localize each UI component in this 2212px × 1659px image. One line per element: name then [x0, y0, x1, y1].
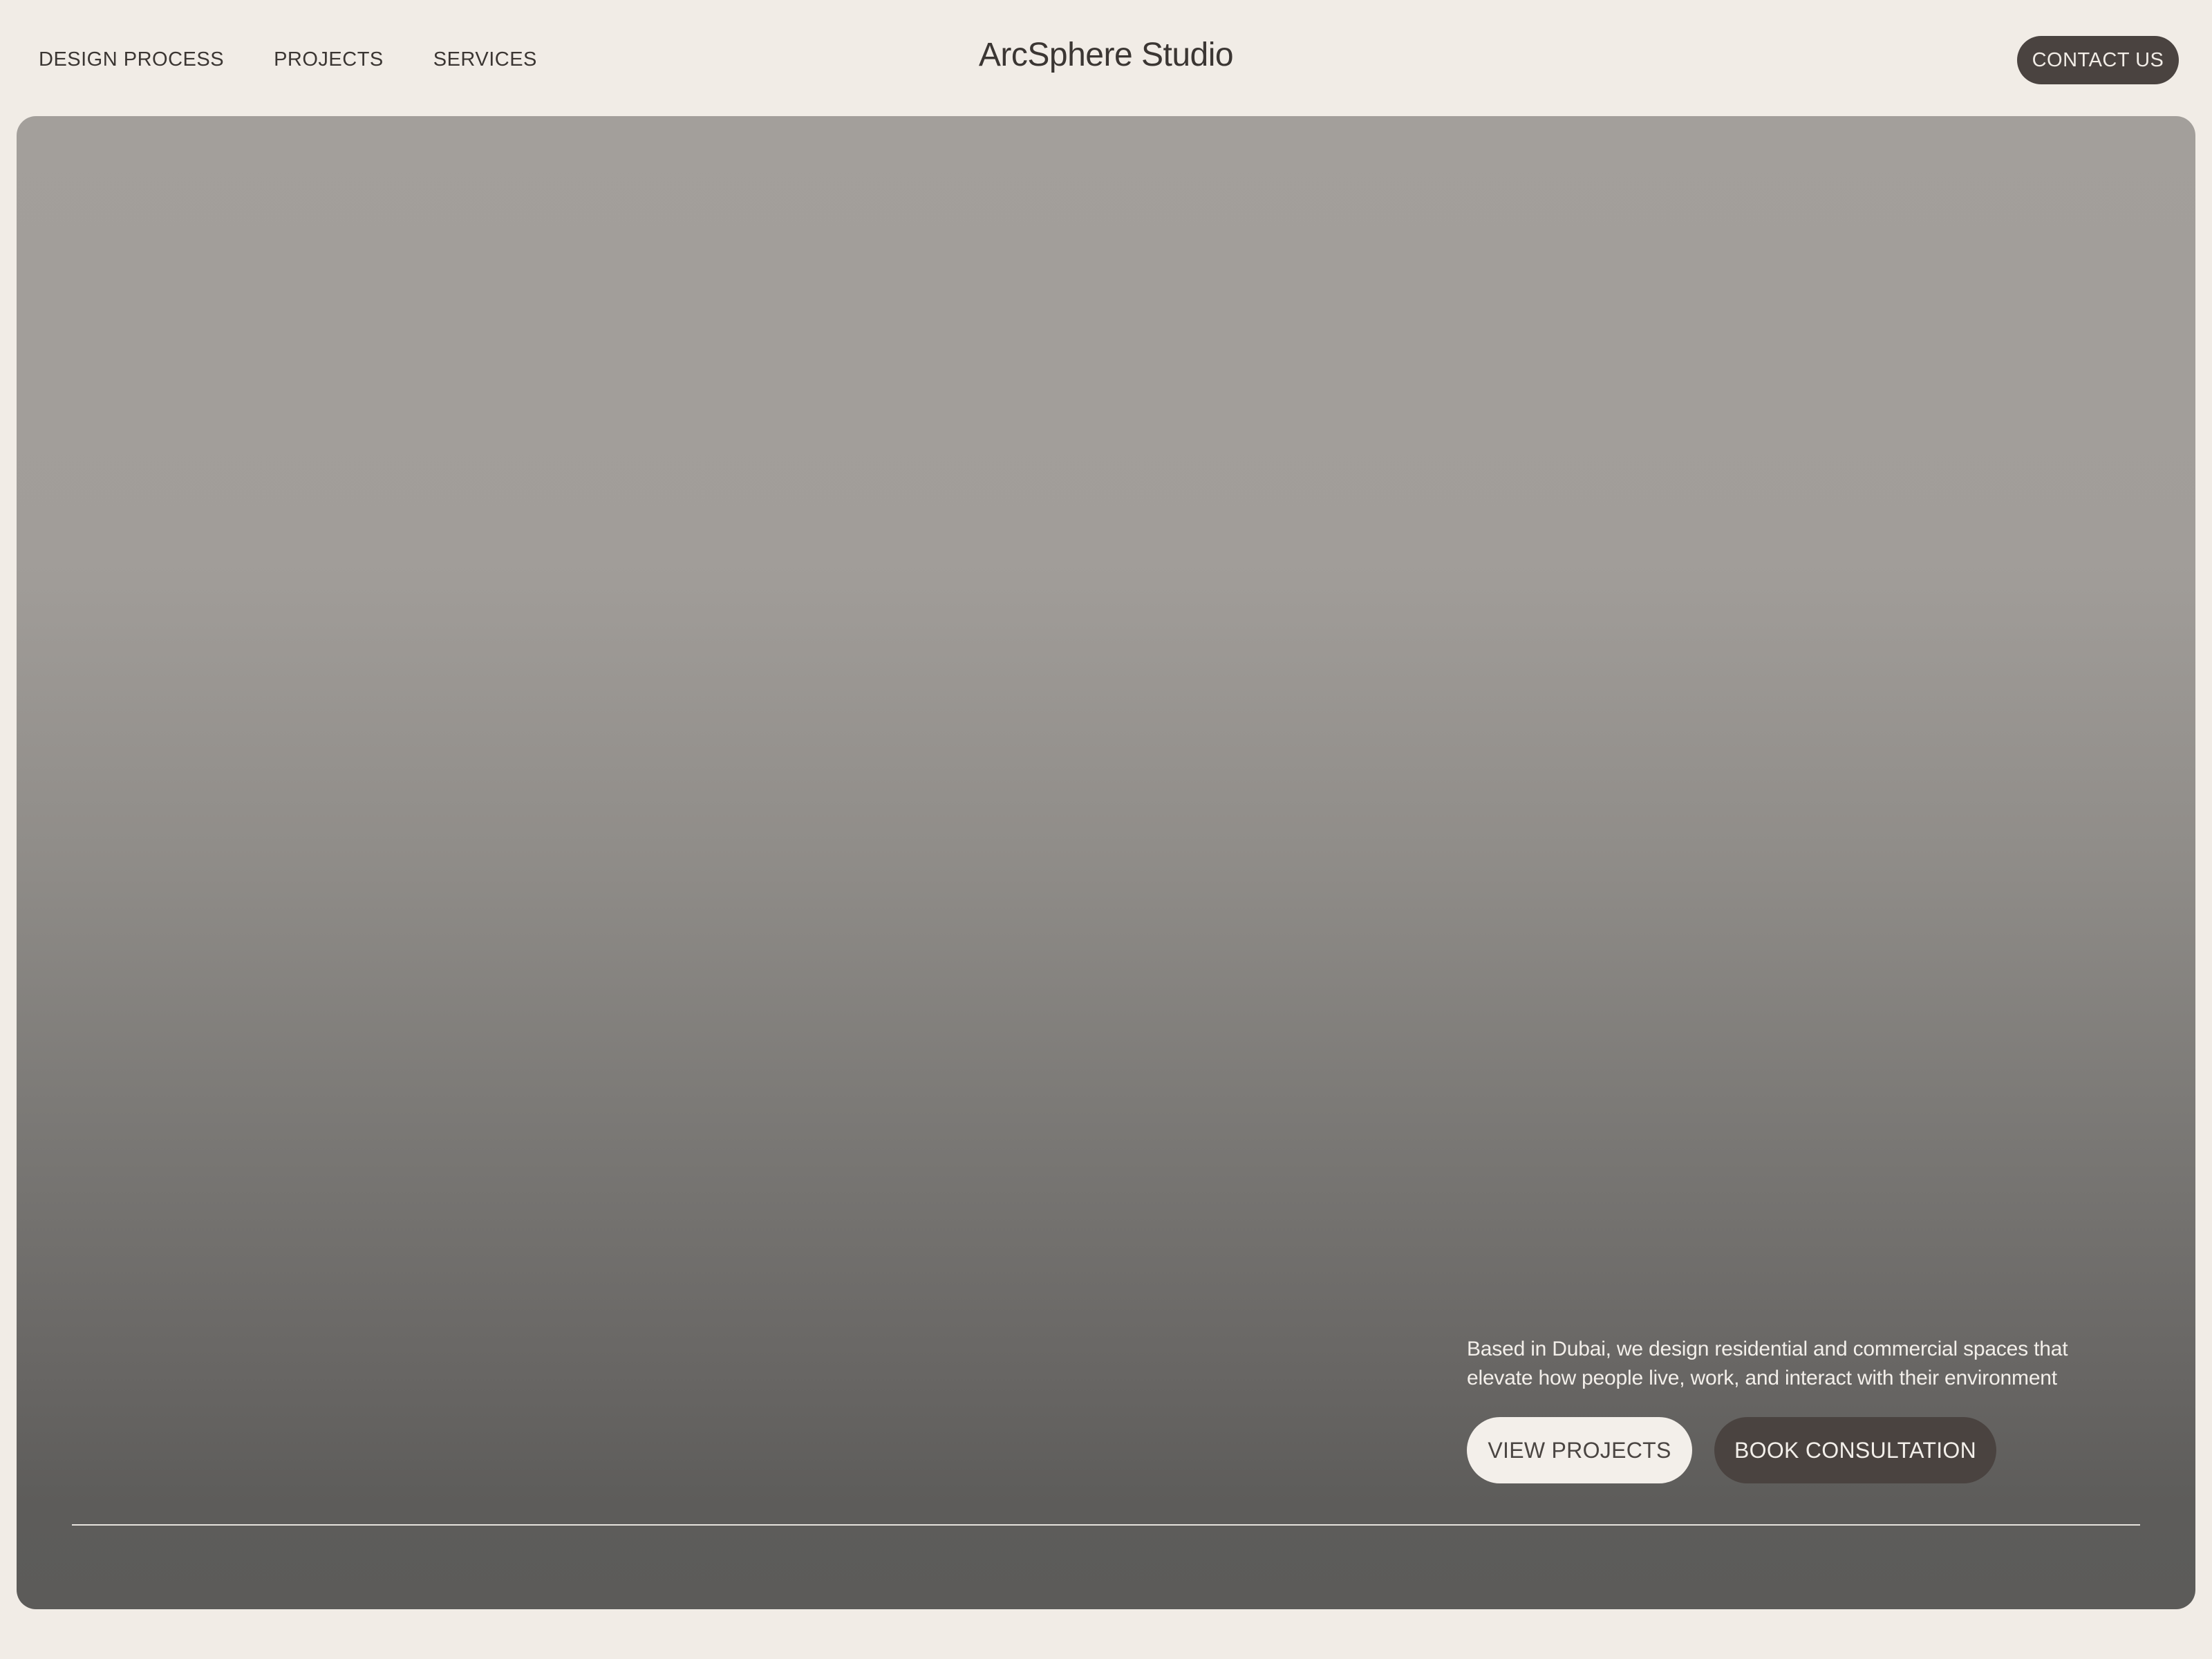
- hero-description-line: elevate how people live, work, and inter…: [1467, 1367, 2057, 1389]
- book-consultation-button[interactable]: BOOK CONSULTATION: [1714, 1417, 1996, 1483]
- hero-actions: VIEW PROJECTS BOOK CONSULTATION: [1467, 1417, 1996, 1483]
- hero-description: Based in Dubai, we design residential an…: [1467, 1335, 2130, 1393]
- contact-us-button[interactable]: CONTACT US: [2017, 36, 2179, 84]
- hero-section: Based in Dubai, we design residential an…: [17, 116, 2195, 1609]
- view-projects-button[interactable]: VIEW PROJECTS: [1467, 1417, 1692, 1483]
- brand-logo-text[interactable]: ArcSphere Studio: [0, 36, 2212, 74]
- site-header: DESIGN PROCESS PROJECTS SERVICES ArcSphe…: [0, 0, 2212, 116]
- hero-description-line: Based in Dubai, we design residential an…: [1467, 1338, 2068, 1360]
- hero-divider: [72, 1524, 2140, 1526]
